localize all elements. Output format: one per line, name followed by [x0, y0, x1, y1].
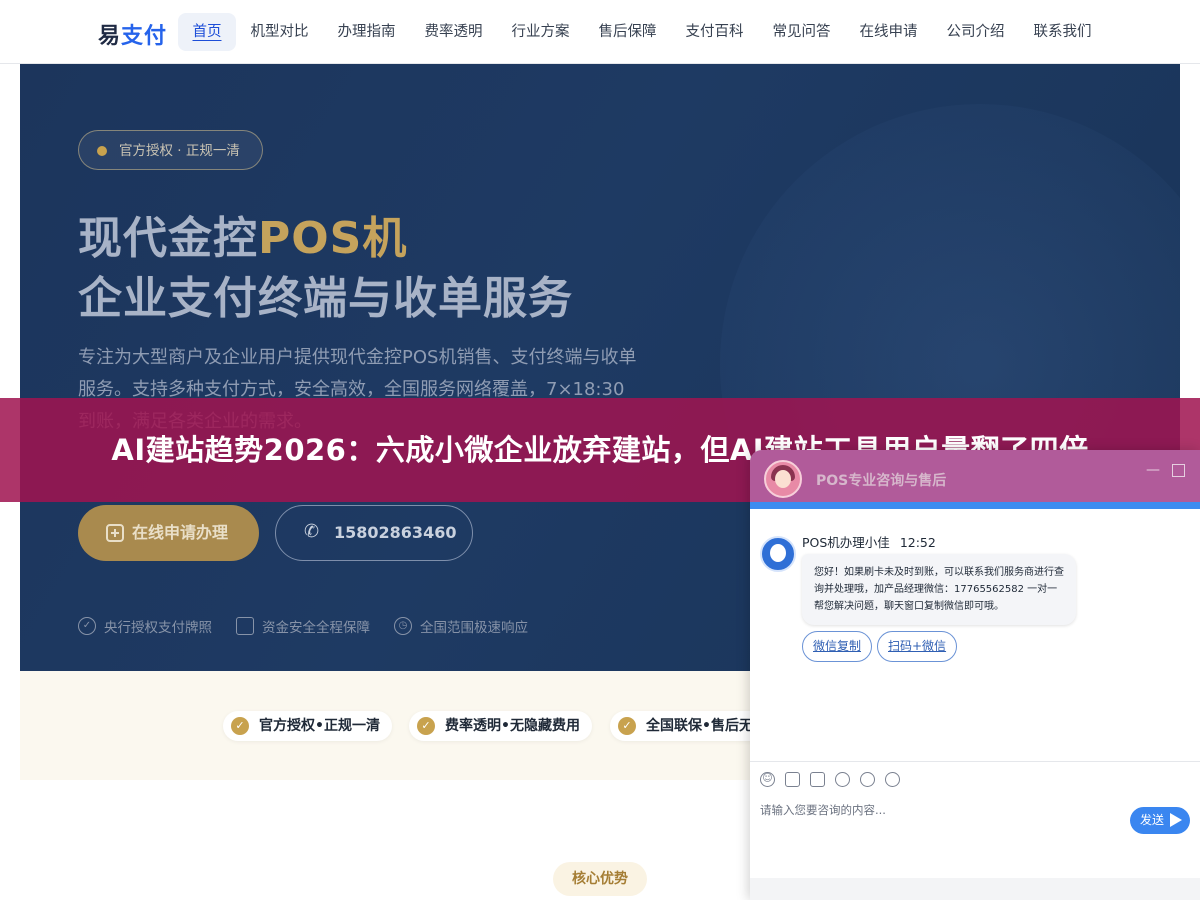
plus-square-icon — [106, 524, 124, 542]
check-icon: ✓ — [417, 717, 435, 735]
agent-name: POS机办理小佳 — [802, 535, 890, 550]
main-nav: 首页 机型对比 办理指南 费率透明 行业方案 售后保障 支付百科 常见问答 在线… — [178, 13, 1106, 51]
feature-response: ◷ 全国范围极速响应 — [394, 616, 528, 636]
hero-features: ✓ 央行授权支付牌照 资金安全全程保障 ◷ 全国范围极速响应 — [78, 616, 528, 636]
chat-title: POS专业咨询与售后 — [816, 473, 947, 489]
check-circle-icon: ✓ — [78, 617, 96, 635]
chat-header: POS专业咨询与售后 — — [750, 450, 1200, 502]
site-logo[interactable]: 易支付 — [98, 18, 167, 50]
hero-title-line1: 现代金控POS机 — [78, 202, 407, 266]
nav-item-faq[interactable]: 常见问答 — [758, 13, 845, 51]
apply-button-label: 在线申请办理 — [132, 523, 229, 542]
chat-message-bubble: 您好！如果刷卡未及时到账，可以联系我们服务商进行查询并处理哦，加产品经理微信：1… — [802, 554, 1076, 625]
image-icon[interactable] — [785, 772, 800, 787]
trust-pill: ✓ 费率透明•无隐藏费用 — [409, 711, 592, 741]
trust-pill: ✓ 官方授权•正规一清 — [223, 711, 392, 741]
nav-item-wiki[interactable]: 支付百科 — [671, 13, 758, 51]
chat-toolbar: ☺ — [760, 772, 900, 787]
hero-title-highlight: POS机 — [258, 213, 408, 264]
feature-label: 央行授权支付牌照 — [104, 620, 212, 636]
send-button[interactable]: 发送 — [1130, 807, 1190, 834]
support-avatar — [764, 460, 802, 498]
top-navbar: 易支付 首页 机型对比 办理指南 费率透明 行业方案 售后保障 支付百科 常见问… — [0, 0, 1200, 64]
send-label: 发送 — [1140, 813, 1165, 827]
nav-item-about[interactable]: 公司介绍 — [932, 13, 1019, 51]
nav-item-home[interactable]: 首页 — [178, 13, 236, 51]
sound-icon[interactable] — [860, 772, 875, 787]
feature-license: ✓ 央行授权支付牌照 — [78, 616, 212, 636]
phone-number: 15802863460 — [334, 523, 457, 542]
maximize-icon[interactable] — [1172, 464, 1185, 477]
feature-security: 资金安全全程保障 — [236, 616, 370, 636]
send-arrow-icon — [1170, 813, 1182, 827]
chat-input[interactable] — [760, 798, 1120, 822]
check-icon: ✓ — [618, 717, 636, 735]
nav-item-guide[interactable]: 办理指南 — [323, 13, 410, 51]
wechat-icon[interactable] — [885, 772, 900, 787]
lock-icon — [236, 617, 254, 635]
chat-accent-bar — [750, 502, 1200, 509]
nav-item-apply-online[interactable]: 在线申请 — [845, 13, 932, 51]
trust-pill-label: 费率透明•无隐藏费用 — [445, 718, 580, 734]
core-advantages-tag: 核心优势 — [553, 862, 647, 896]
clock-icon: ◷ — [394, 617, 412, 635]
nav-item-rates[interactable]: 费率透明 — [410, 13, 497, 51]
logo-accent: 支付 — [121, 24, 168, 49]
hero-badge-text: 官方授权 · 正规一清 — [119, 143, 240, 159]
agent-avatar — [760, 536, 796, 572]
trust-pill-label: 官方授权•正规一清 — [259, 718, 380, 734]
nav-item-model-compare[interactable]: 机型对比 — [236, 13, 323, 51]
chat-widget: POS专业咨询与售后 — POS机办理小佳 12:52 您好！如果刷卡未及时到账，… — [750, 450, 1200, 900]
agent-meta: POS机办理小佳 12:52 — [802, 532, 936, 551]
logo-prefix: 易 — [98, 24, 122, 49]
badge-dot-icon — [97, 146, 107, 156]
emoji-icon[interactable]: ☺ — [760, 772, 775, 787]
hero-title-plain: 现代金控 — [78, 213, 258, 264]
trust-pill-label: 全国联保•售后无 — [646, 718, 753, 734]
nav-item-after-sales[interactable]: 售后保障 — [584, 13, 671, 51]
copy-wechat-button[interactable]: 微信复制 — [802, 631, 873, 662]
nav-item-contact[interactable]: 联系我们 — [1019, 13, 1106, 51]
rating-icon[interactable] — [835, 772, 850, 787]
message-time: 12:52 — [899, 535, 936, 550]
hero-title-line2: 企业支付终端与收单服务 — [78, 273, 573, 324]
feature-label: 资金安全全程保障 — [262, 620, 370, 636]
chat-divider — [750, 761, 1200, 762]
nav-item-solutions[interactable]: 行业方案 — [497, 13, 584, 51]
phone-icon: ✆ — [304, 521, 320, 542]
screenshot-icon[interactable] — [810, 772, 825, 787]
apply-online-button[interactable]: 在线申请办理 — [78, 505, 259, 561]
hero-badge: 官方授权 · 正规一清 — [78, 130, 263, 170]
chat-footer — [750, 878, 1200, 900]
scan-wechat-button[interactable]: 扫码+微信 — [877, 631, 958, 662]
phone-call-button[interactable]: ✆ 15802863460 — [275, 505, 473, 561]
minimize-icon[interactable]: — — [1146, 463, 1160, 478]
check-icon: ✓ — [231, 717, 249, 735]
trust-pill: ✓ 全国联保•售后无 — [610, 711, 765, 741]
feature-label: 全国范围极速响应 — [420, 620, 528, 636]
